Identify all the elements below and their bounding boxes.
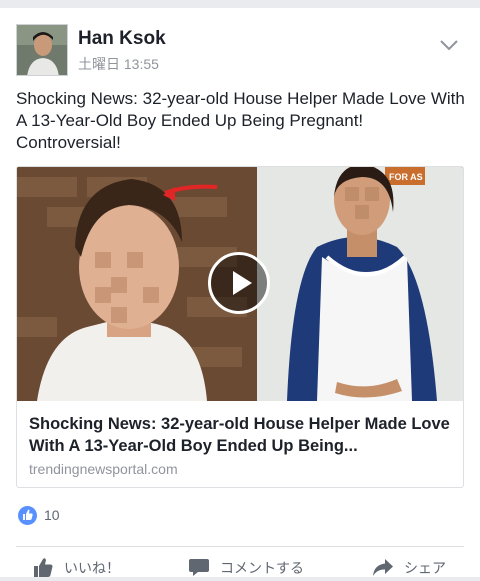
like-count: 10 <box>44 507 60 523</box>
share-arrow-icon <box>373 559 393 576</box>
like-reaction-icon <box>18 506 37 525</box>
comment-button[interactable]: コメントする <box>188 556 328 578</box>
post-header: Han Ksok 土曜日 13:55 <box>16 24 464 76</box>
chevron-down-icon[interactable] <box>438 34 460 56</box>
post-text: Shocking News: 32-year-old House Helper … <box>16 89 465 152</box>
play-button[interactable] <box>208 252 270 314</box>
share-label: シェア <box>404 560 446 576</box>
author-name[interactable]: Han Ksok <box>78 28 166 50</box>
comment-icon <box>189 559 209 576</box>
link-title[interactable]: Shocking News: 32-year-old House Helper … <box>29 413 453 457</box>
share-button[interactable]: シェア <box>372 556 464 578</box>
like-button[interactable]: いいね！ <box>32 556 142 578</box>
avatar-photo <box>17 25 67 75</box>
play-icon <box>233 271 252 295</box>
like-label: いいね！ <box>64 560 120 576</box>
sign-text: FOR AS <box>389 172 423 182</box>
comment-label: コメントする <box>220 560 304 576</box>
thumbs-up-icon <box>34 558 53 577</box>
action-bar: いいね！ コメントする シェア <box>16 546 464 577</box>
link-preview-card[interactable]: FOR AS Shocking News: 32-year-old House … <box>16 166 464 488</box>
feed-post-card: Han Ksok 土曜日 13:55 Shocking News: 32-yea… <box>0 8 480 577</box>
video-thumbnail[interactable]: FOR AS <box>17 167 463 401</box>
link-domain: trendingnewsportal.com <box>29 461 178 477</box>
post-timestamp[interactable]: 土曜日 13:55 <box>78 54 159 74</box>
avatar[interactable] <box>16 24 68 76</box>
